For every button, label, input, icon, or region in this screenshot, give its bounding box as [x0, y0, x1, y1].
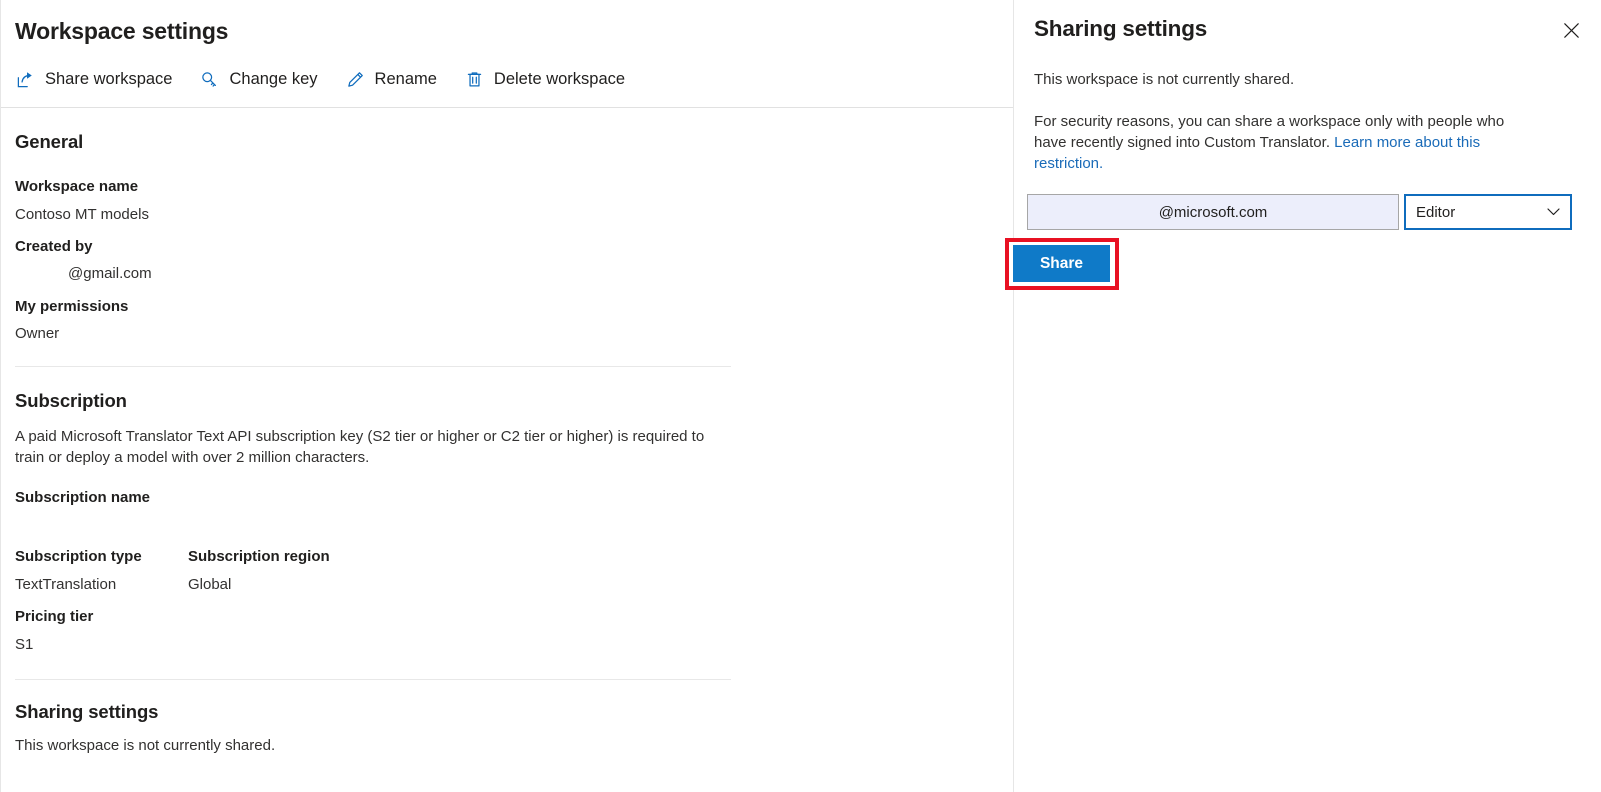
- flyout-security-note: For security reasons, you can share a wo…: [1034, 111, 1534, 174]
- page-title: Workspace settings: [15, 18, 229, 44]
- created-by-value: @gmail.com: [68, 265, 152, 282]
- pencil-icon: [345, 69, 366, 90]
- pricing-tier-label: Pricing tier: [15, 608, 94, 625]
- delete-workspace-label: Delete workspace: [493, 70, 626, 89]
- rename-button[interactable]: Rename: [345, 66, 451, 93]
- my-permissions-label: My permissions: [15, 298, 129, 315]
- trash-icon: [464, 69, 485, 90]
- change-key-button[interactable]: Change key: [199, 66, 331, 93]
- share-workspace-button[interactable]: Share workspace: [15, 66, 186, 93]
- app-root: Workspace settings Share workspace Chang…: [0, 0, 1601, 792]
- workspace-name-label: Workspace name: [15, 178, 139, 195]
- my-permissions-value: Owner: [15, 325, 60, 342]
- subscription-region-value: Global: [188, 576, 232, 593]
- flyout-title: Sharing settings: [1034, 16, 1208, 41]
- sharing-settings-status: This workspace is not currently shared.: [15, 737, 276, 754]
- chevron-down-icon: [1547, 208, 1560, 216]
- general-heading: General: [15, 131, 84, 152]
- command-bar: Share workspace Change key Rename Delete…: [15, 66, 652, 93]
- section-divider-general: [15, 366, 731, 367]
- share-icon: [15, 69, 36, 90]
- subscription-type-label: Subscription type: [15, 548, 142, 565]
- toolbar-divider: [1, 107, 1013, 108]
- rename-label: Rename: [374, 70, 437, 89]
- created-by-label: Created by: [15, 238, 93, 255]
- pricing-tier-value: S1: [15, 636, 34, 653]
- email-input[interactable]: [1027, 194, 1399, 230]
- workspace-name-value: Contoso MT models: [15, 206, 149, 223]
- share-workspace-label: Share workspace: [45, 70, 173, 89]
- key-icon: [199, 69, 220, 90]
- flyout-status-text: This workspace is not currently shared.: [1034, 71, 1295, 88]
- close-icon[interactable]: [1555, 14, 1587, 46]
- share-input-row: Editor: [1027, 194, 1572, 230]
- subscription-name-label: Subscription name: [15, 489, 151, 506]
- role-select-value: Editor: [1416, 203, 1456, 221]
- change-key-label: Change key: [229, 70, 318, 89]
- subscription-type-value: TextTranslation: [15, 576, 117, 593]
- role-select[interactable]: Editor: [1404, 194, 1572, 230]
- workspace-settings-panel: Workspace settings Share workspace Chang…: [0, 0, 1013, 792]
- share-button[interactable]: Share: [1013, 245, 1110, 282]
- delete-workspace-button[interactable]: Delete workspace: [464, 66, 639, 93]
- subscription-heading: Subscription: [15, 390, 127, 411]
- sharing-settings-flyout: Sharing settings This workspace is not c…: [1013, 0, 1601, 792]
- section-divider-subscription: [15, 679, 731, 680]
- subscription-description: A paid Microsoft Translator Text API sub…: [15, 428, 705, 466]
- sharing-settings-heading: Sharing settings: [15, 701, 159, 722]
- subscription-region-label: Subscription region: [188, 548, 330, 565]
